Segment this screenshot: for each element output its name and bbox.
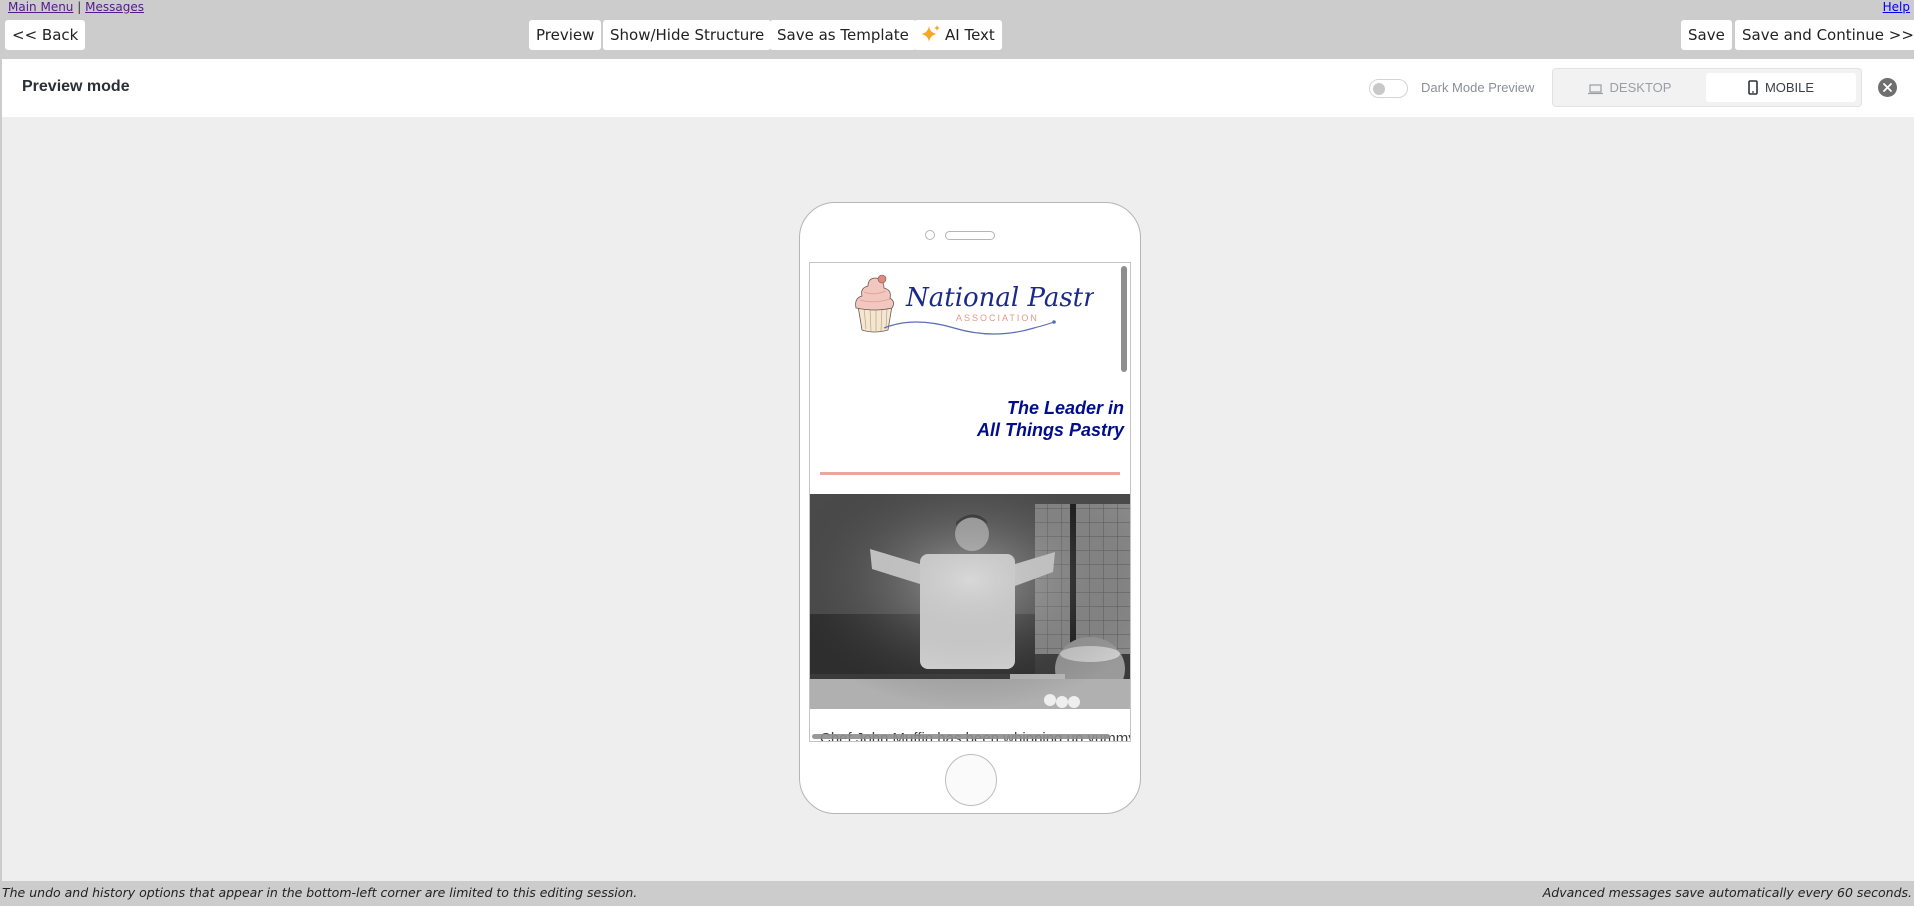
save-as-template-button[interactable]: Save as Template (770, 20, 916, 50)
phone-icon (1748, 80, 1758, 95)
sparkle-icon (921, 24, 941, 44)
ai-text-button[interactable]: AI Text (914, 20, 1002, 50)
toggle-knob (1373, 83, 1385, 95)
national-pastries-logo: National Pastries ASSOCIATION (855, 274, 1094, 335)
show-hide-structure-button[interactable]: Show/Hide Structure (603, 20, 772, 50)
main-menu-link[interactable]: Main Menu (8, 0, 73, 14)
phone-speaker (945, 231, 995, 240)
save-button[interactable]: Save (1681, 20, 1732, 50)
desktop-tab[interactable]: DESKTOP (1557, 73, 1702, 102)
phone-home-button (945, 754, 997, 806)
email-preview-screen[interactable]: National Pastries ASSOCIATION The Leader… (809, 262, 1131, 742)
preview-panel: Preview mode Dark Mode Preview DESKTOP M… (2, 59, 1914, 881)
close-preview-button[interactable] (1878, 78, 1897, 97)
tagline-line-1: The Leader in (1006, 398, 1124, 418)
device-switcher: DESKTOP MOBILE (1552, 68, 1862, 107)
link-separator: | (77, 0, 82, 14)
breadcrumb-links: Main Menu | Messages (8, 0, 144, 14)
ai-text-label: AI Text (945, 26, 995, 44)
cupcake-icon (855, 274, 894, 333)
preview-button[interactable]: Preview (529, 20, 602, 50)
laptop-icon (1587, 84, 1603, 95)
phone-frame: National Pastries ASSOCIATION The Leader… (799, 202, 1141, 814)
footer-autosave-note: Advanced messages save automatically eve… (1542, 885, 1912, 900)
save-and-continue-button[interactable]: Save and Continue >> (1735, 20, 1914, 50)
mobile-label: MOBILE (1764, 80, 1815, 95)
mobile-tab[interactable]: MOBILE (1706, 73, 1856, 102)
dark-mode-label: Dark Mode Preview (1421, 80, 1535, 95)
top-toolbar: Main Menu | Messages Help << Back Previe… (0, 0, 1914, 59)
vertical-scrollbar[interactable] (1121, 266, 1127, 372)
messages-link[interactable]: Messages (85, 0, 144, 14)
phone-camera (925, 230, 935, 240)
logo-subtitle: ASSOCIATION (956, 313, 1039, 323)
help-link[interactable]: Help (1883, 0, 1910, 14)
footer-undo-note: The undo and history options that appear… (2, 885, 638, 900)
page-title: Preview mode (22, 78, 130, 95)
tagline-line-2: All Things Pastry (976, 420, 1124, 440)
email-tagline: The Leader in All Things Pastry (977, 397, 1124, 441)
dark-mode-toggle[interactable] (1369, 79, 1408, 98)
hero-image-chef (810, 494, 1130, 709)
pink-divider (820, 472, 1120, 475)
preview-header: Preview mode Dark Mode Preview DESKTOP M… (2, 59, 1914, 117)
close-icon (1883, 83, 1892, 92)
back-button[interactable]: << Back (5, 20, 86, 50)
horizontal-scrollbar[interactable] (812, 734, 1110, 739)
desktop-label: DESKTOP (1609, 80, 1672, 95)
logo-name: National Pastries (905, 283, 1094, 313)
